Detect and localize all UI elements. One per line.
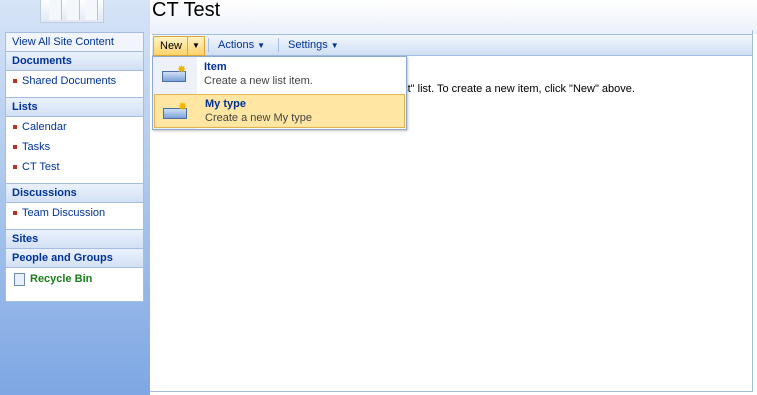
sidebar-item-calendar[interactable]: Calendar bbox=[6, 117, 143, 137]
toolbar-divider bbox=[278, 38, 279, 52]
settings-menu[interactable]: Settings ▼ bbox=[282, 36, 345, 54]
chevron-down-icon: ▼ bbox=[257, 41, 265, 50]
content-border bbox=[752, 30, 753, 392]
new-button[interactable]: New ▼ bbox=[153, 36, 205, 56]
toolbar-divider bbox=[208, 38, 209, 52]
menu-item-title: My type bbox=[205, 98, 246, 110]
recycle-bin-label: Recycle Bin bbox=[30, 273, 93, 285]
sidebar-item-ct-test[interactable]: CT Test bbox=[6, 157, 143, 177]
chevron-down-icon[interactable]: ▼ bbox=[187, 37, 204, 55]
new-item-icon: ✸ bbox=[163, 101, 187, 119]
sidebar-item-tasks[interactable]: Tasks bbox=[6, 137, 143, 157]
site-logo bbox=[40, 0, 104, 23]
section-documents[interactable]: Documents bbox=[6, 52, 143, 71]
actions-menu[interactable]: Actions ▼ bbox=[212, 36, 271, 54]
settings-label: Settings bbox=[288, 39, 328, 51]
empty-list-message: est" list. To create a new item, click "… bbox=[396, 83, 635, 95]
section-lists[interactable]: Lists bbox=[6, 97, 143, 117]
list-toolbar: New ▼ Actions ▼ Settings ▼ bbox=[152, 34, 752, 56]
menu-item-title: Item bbox=[204, 61, 227, 73]
view-all-site-content-link[interactable]: View All Site Content bbox=[6, 33, 143, 52]
chevron-down-icon: ▼ bbox=[330, 41, 339, 50]
menu-item-description: Create a new My type bbox=[205, 112, 312, 124]
title-band bbox=[150, 0, 757, 34]
new-item-icon: ✸ bbox=[162, 64, 186, 82]
sidebar-item-team-discussion[interactable]: Team Discussion bbox=[6, 203, 143, 223]
section-people-and-groups[interactable]: People and Groups bbox=[6, 249, 143, 268]
page-title: CT Test bbox=[152, 0, 221, 21]
menu-item-description: Create a new list item. bbox=[204, 75, 313, 87]
new-dropdown-menu: ✸ Item Create a new list item. ✸ My type… bbox=[152, 56, 407, 130]
menu-item-my-type[interactable]: ✸ My type Create a new My type bbox=[154, 94, 405, 128]
actions-label: Actions bbox=[218, 39, 255, 51]
section-sites[interactable]: Sites bbox=[6, 229, 143, 249]
recycle-bin-icon bbox=[14, 273, 25, 286]
quick-launch: View All Site Content Documents Shared D… bbox=[5, 32, 144, 302]
menu-item-new-item[interactable]: ✸ Item Create a new list item. bbox=[154, 58, 405, 92]
content-border bbox=[150, 391, 753, 392]
section-discussions[interactable]: Discussions bbox=[6, 183, 143, 203]
sidebar-item-shared-documents[interactable]: Shared Documents bbox=[6, 71, 143, 91]
new-button-label: New bbox=[160, 40, 183, 52]
recycle-bin-link[interactable]: Recycle Bin bbox=[6, 268, 143, 290]
